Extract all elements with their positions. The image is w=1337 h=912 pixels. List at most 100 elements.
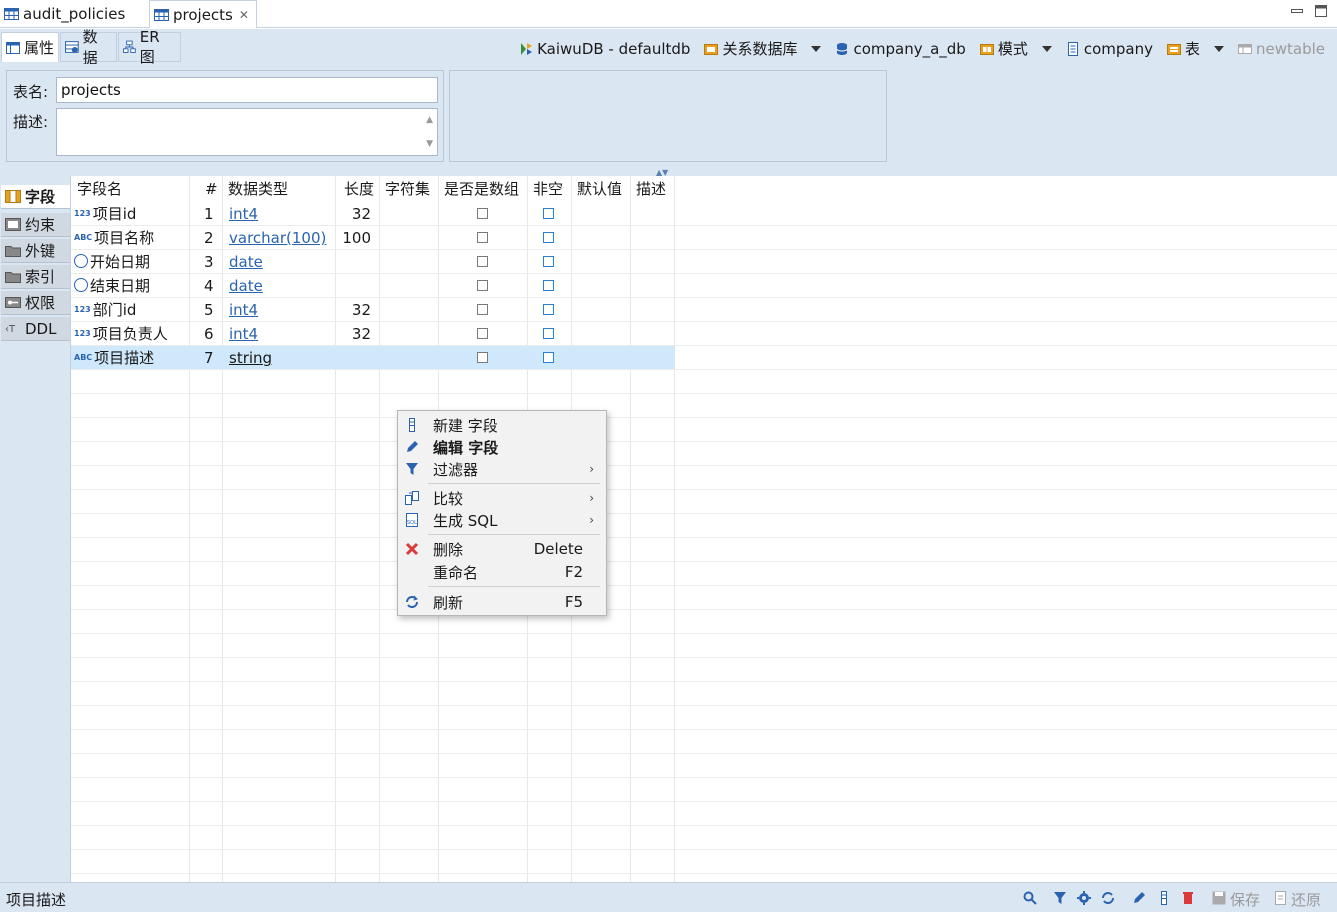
table-row[interactable]: 123 部门id 5 int4 32 (71, 298, 675, 322)
chevron-down-icon[interactable] (1214, 45, 1224, 52)
refresh-icon[interactable] (1100, 890, 1116, 906)
menu-item-refresh[interactable]: 刷新 F5 (398, 591, 606, 613)
datatype-link[interactable]: varchar(100) (229, 229, 326, 247)
breadcrumb-connection[interactable]: KaiwuDB - defaultdb (519, 40, 690, 58)
menu-item-filter[interactable]: 过滤器 › (398, 458, 606, 480)
datatype-cell[interactable]: string (229, 346, 272, 370)
length-cell[interactable] (341, 274, 371, 298)
column-name-cell[interactable]: ABC 项目描述 (74, 346, 154, 370)
breadcrumb-schema-folder[interactable]: 模式 (979, 38, 1052, 59)
datatype-link[interactable]: int4 (229, 205, 258, 223)
datatype-link[interactable]: int4 (229, 325, 258, 343)
datatype-link[interactable]: date (229, 253, 263, 271)
not-null-checkbox[interactable] (543, 352, 554, 363)
menu-item-rename[interactable]: 重命名 F2 (398, 561, 606, 583)
side-tab-constraints[interactable]: 约束 (1, 213, 70, 237)
filter-icon[interactable] (1052, 890, 1068, 906)
side-tab-ddl[interactable]: ‹T DDL (1, 317, 70, 341)
menu-item-delete[interactable]: 删除 Delete (398, 538, 606, 560)
maximize-icon[interactable] (1313, 3, 1329, 19)
length-cell[interactable]: 32 (341, 298, 371, 322)
datatype-cell[interactable]: varchar(100) (229, 226, 326, 250)
table-row[interactable]: 123 项目负责人 6 int4 32 (71, 322, 675, 346)
is-array-checkbox[interactable] (477, 328, 488, 339)
column-name-cell[interactable]: 123 项目负责人 (74, 322, 168, 346)
datatype-cell[interactable]: date (229, 274, 263, 298)
table-row[interactable]: ABC 项目描述 7 string (71, 346, 675, 370)
scroll-down-icon[interactable]: ▼ (426, 139, 433, 149)
revert-button[interactable]: 还原 (1291, 889, 1321, 910)
table-row[interactable]: 结束日期 4 date (71, 274, 675, 298)
chevron-down-icon[interactable] (811, 45, 822, 52)
column-name-cell[interactable]: 123 部门id (74, 298, 136, 322)
column-header-is-array[interactable]: 是否是数组 (438, 176, 519, 202)
save-icon[interactable] (1211, 890, 1227, 906)
scroll-up-icon[interactable]: ▲ (426, 115, 433, 125)
table-row[interactable]: 开始日期 3 date (71, 250, 675, 274)
is-array-checkbox[interactable] (477, 280, 488, 291)
is-array-checkbox[interactable] (477, 232, 488, 243)
side-tab-permissions[interactable]: 权限 (1, 291, 70, 315)
datatype-link[interactable]: date (229, 277, 263, 295)
length-cell[interactable]: 100 (341, 226, 371, 250)
menu-item-compare[interactable]: 比较 › (398, 487, 606, 509)
tab-er-diagram[interactable]: ER 图 (118, 28, 181, 66)
new-column-icon[interactable] (1156, 890, 1172, 906)
column-header-ordinal[interactable]: # (199, 176, 218, 202)
not-null-checkbox[interactable] (543, 328, 554, 339)
save-button[interactable]: 保存 (1230, 889, 1260, 910)
table-row[interactable]: 123 项目id 1 int4 32 (71, 202, 675, 226)
gear-icon[interactable] (1076, 890, 1092, 906)
breadcrumb-database[interactable]: company_a_db (835, 40, 966, 58)
datatype-cell[interactable]: int4 (229, 202, 258, 226)
column-header-charset[interactable]: 字符集 (379, 176, 430, 202)
tab-data[interactable]: 数据 (60, 28, 117, 67)
column-name-cell[interactable]: 123 项目id (74, 202, 136, 226)
datatype-link[interactable]: int4 (229, 301, 258, 319)
breadcrumb-tables-folder[interactable]: 表 (1166, 38, 1224, 59)
side-tab-indexes[interactable]: 索引 (1, 265, 70, 289)
table-name-input[interactable] (56, 77, 438, 103)
length-cell[interactable] (341, 346, 371, 370)
datatype-cell[interactable]: int4 (229, 298, 258, 322)
search-icon[interactable] (1022, 890, 1038, 906)
close-tab-icon[interactable]: ✕ (239, 8, 249, 22)
datatype-cell[interactable]: int4 (229, 322, 258, 346)
is-array-checkbox[interactable] (477, 304, 488, 315)
editor-tab-audit-policies[interactable]: audit_policies (0, 0, 148, 28)
table-row[interactable]: ABC 项目名称 2 varchar(100) 100 (71, 226, 675, 250)
length-cell[interactable] (341, 250, 371, 274)
is-array-checkbox[interactable] (477, 208, 488, 219)
column-name-cell[interactable]: 结束日期 (74, 274, 150, 298)
column-header-description[interactable]: 描述 (630, 176, 666, 202)
column-header-length[interactable]: 长度 (338, 176, 374, 202)
side-tab-columns[interactable]: 字段 (1, 185, 70, 209)
not-null-checkbox[interactable] (543, 232, 554, 243)
is-array-checkbox[interactable] (477, 256, 488, 267)
length-cell[interactable]: 32 (341, 322, 371, 346)
menu-item-generate-sql[interactable]: SQL 生成 SQL › (398, 509, 606, 531)
revert-icon[interactable] (1273, 890, 1289, 906)
description-input[interactable] (56, 108, 438, 156)
tab-properties[interactable]: 属性 (1, 32, 59, 62)
column-header-not-null[interactable]: 非空 (527, 176, 563, 202)
datatype-cell[interactable]: date (229, 250, 263, 274)
not-null-checkbox[interactable] (543, 256, 554, 267)
delete-icon[interactable] (1180, 890, 1196, 906)
column-name-cell[interactable]: ABC 项目名称 (74, 226, 154, 250)
length-cell[interactable]: 32 (341, 202, 371, 226)
datatype-link[interactable]: string (229, 349, 272, 367)
breadcrumb-schema[interactable]: company (1066, 40, 1153, 58)
not-null-checkbox[interactable] (543, 208, 554, 219)
not-null-checkbox[interactable] (543, 304, 554, 315)
chevron-down-icon[interactable] (1041, 45, 1052, 52)
column-header-name[interactable]: 字段名 (71, 176, 122, 202)
minimize-icon[interactable] (1289, 3, 1305, 19)
menu-item-new-column[interactable]: 新建 字段 (398, 414, 606, 436)
editor-tab-projects[interactable]: projects ✕ (149, 0, 257, 28)
column-header-datatype[interactable]: 数据类型 (222, 176, 288, 202)
side-tab-foreign-keys[interactable]: 外键 (1, 239, 70, 263)
column-header-default[interactable]: 默认值 (571, 176, 622, 202)
is-array-checkbox[interactable] (477, 352, 488, 363)
column-name-cell[interactable]: 开始日期 (74, 250, 150, 274)
